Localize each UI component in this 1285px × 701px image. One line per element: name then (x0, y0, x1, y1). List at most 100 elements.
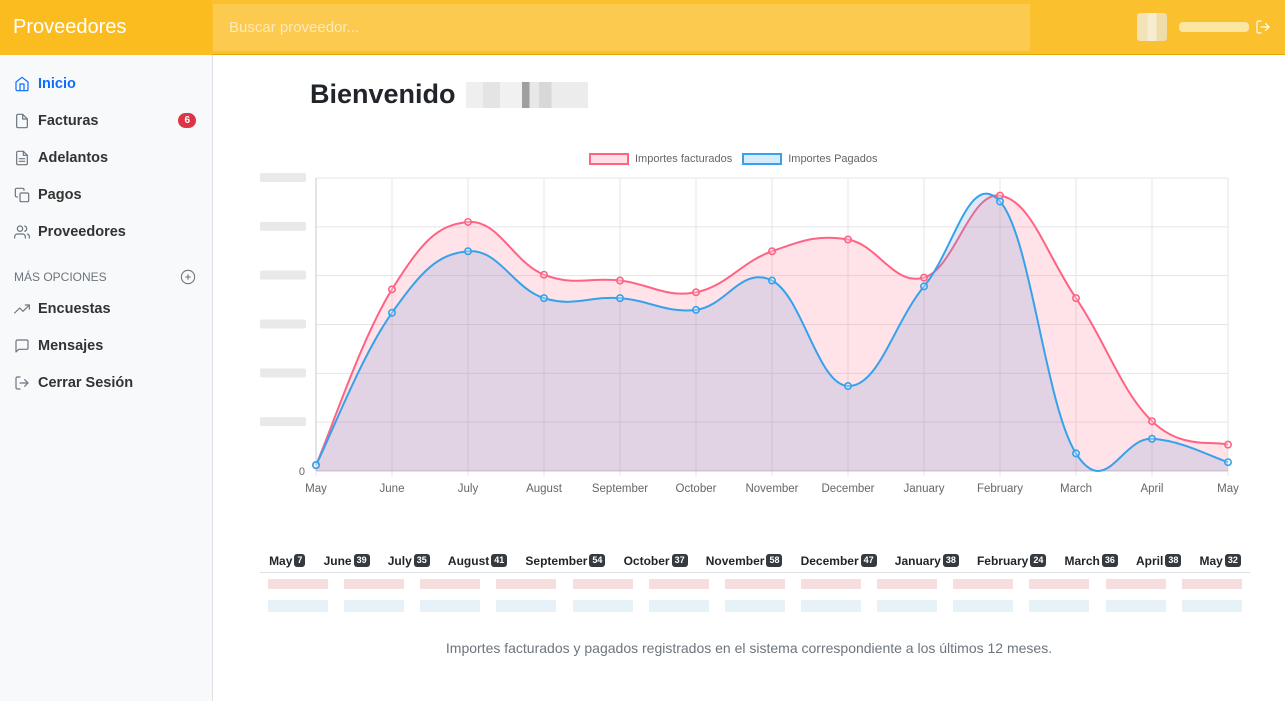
redacted-amount (1181, 579, 1242, 589)
line-chart-svg: 0May June July August September October Novemb… (260, 173, 1239, 495)
summary-month-cell: September 54 (525, 554, 606, 568)
redacted-amount (1181, 600, 1242, 612)
more-options-heading: Más opciones (0, 266, 212, 288)
x-tick-label: June (380, 483, 405, 495)
summary-month-label: July (387, 553, 412, 568)
section-title: Más opciones (14, 270, 107, 284)
series-facturados-point (919, 273, 928, 282)
series-pagados-point (464, 247, 473, 256)
redacted-amount (496, 600, 557, 612)
plus-circle-icon[interactable] (180, 269, 196, 285)
x-tick-label: July (458, 483, 479, 495)
summary-month-label: December (800, 553, 859, 568)
redacted-amount (1029, 600, 1090, 612)
series-facturados-point (388, 285, 397, 294)
series-pagados-point (767, 276, 776, 285)
redacted-amount (344, 600, 405, 612)
summary-month-label: August (447, 553, 490, 568)
x-tick-label: October (676, 483, 717, 495)
summary-month-label: March (1064, 553, 1100, 568)
x-tick-label: January (904, 483, 945, 495)
summary-month-count-badge: 24 (1030, 554, 1047, 567)
series-facturados-point (1071, 294, 1080, 303)
user-name-redacted (465, 81, 588, 108)
series-pagados-point (1071, 449, 1080, 458)
y-tick-label-redacted (260, 319, 306, 329)
message-icon (14, 338, 38, 354)
chart-caption: Importes facturados y pagados registrado… (445, 640, 1053, 656)
sidebar-item-proveedores[interactable]: Proveedores (0, 213, 212, 250)
summary-month-label: June (323, 553, 352, 568)
summary-month-label: November (705, 553, 765, 568)
sidebar-item-adelantos[interactable]: Adelantos (0, 139, 212, 176)
sidebar-item-label: Pagos (38, 186, 82, 203)
summary-month-label: May (269, 553, 293, 568)
home-icon (14, 76, 38, 92)
series-pagados-point (388, 308, 397, 317)
x-tick-label: May (305, 483, 327, 495)
redacted-amount (953, 600, 1014, 612)
series-pagados-point (691, 305, 700, 314)
welcome-text: Bienvenido (310, 79, 456, 109)
series-pagados-point (539, 294, 548, 303)
summary-month-cell: May 32 (1199, 553, 1241, 568)
summary-month-label: October (623, 553, 670, 568)
summary-month-label: February (976, 553, 1029, 568)
redacted-amount (1105, 600, 1166, 612)
summary-month-count-badge: 47 (860, 554, 877, 567)
summary-month-cell: January 38 (895, 554, 959, 568)
summary-month-label: May (1199, 553, 1223, 568)
sidebar-item-label: Inicio (38, 75, 76, 92)
sidebar-item-label: Encuestas (38, 300, 111, 317)
user-menu[interactable] (1137, 12, 1271, 42)
logout-icon (14, 375, 38, 391)
sidebar-item-facturas[interactable]: Facturas 6 (0, 102, 212, 139)
summary-month-cell: May 7 (269, 553, 306, 568)
summary-month-cell: February 24 (976, 553, 1047, 568)
monthly-summary-table: May 7 June 39 July 35 August 41 September 54 Octob… (260, 549, 1250, 617)
summary-month-count-badge: 7 (294, 554, 306, 567)
summary-month-count-badge: 35 (413, 554, 430, 567)
username-redacted (1179, 22, 1249, 32)
page-title: Bienvenido (310, 79, 588, 110)
x-tick-label: December (821, 483, 874, 495)
sidebar-item-cerrar-sesion[interactable]: Cerrar Sesión (0, 364, 212, 401)
y-tick-label-redacted (260, 270, 306, 280)
avatar[interactable] (1137, 13, 1167, 41)
logout-icon[interactable] (1255, 19, 1271, 35)
copy-icon (14, 187, 38, 203)
summary-row-pagados-redacted (260, 595, 1250, 617)
summary-month-cell: June 39 (324, 554, 370, 568)
sidebar-item-encuestas[interactable]: Encuestas (0, 290, 212, 327)
sidebar-item-pagos[interactable]: Pagos (0, 176, 212, 213)
redacted-amount (420, 600, 481, 612)
sidebar-item-mensajes[interactable]: Mensajes (0, 327, 212, 364)
main-content: Bienvenido Importes facturados Importes … (213, 55, 1285, 701)
series-facturados-point (615, 276, 624, 285)
summary-month-cell: July 35 (388, 554, 430, 568)
sidebar-item-label: Proveedores (38, 223, 126, 240)
summary-header-row: May 7 June 39 July 35 August 41 September 54 Octob… (260, 549, 1250, 573)
series-facturados-point (843, 235, 852, 244)
sidebar-item-label: Adelantos (38, 149, 109, 166)
x-tick-label: September (592, 483, 648, 495)
sidebar-item-label: Cerrar Sesión (38, 374, 134, 391)
search-input[interactable] (213, 4, 1030, 51)
sidebar-item-inicio[interactable]: Inicio (0, 65, 212, 102)
series-pagados-point (615, 294, 624, 303)
sidebar: Inicio Facturas 6 Adelantos Pagos Provee… (0, 55, 213, 701)
series-pagados-point (995, 197, 1004, 206)
invoices-chart: Importes facturados Importes Pagados 0 Ma… (213, 145, 1285, 505)
y-tick-label-redacted (260, 417, 306, 427)
summary-month-cell: April 38 (1136, 554, 1182, 568)
x-tick-label: August (526, 483, 563, 495)
summary-month-count-badge: 37 (671, 554, 688, 567)
redacted-amount (420, 579, 481, 589)
summary-month-label: January (894, 553, 941, 568)
redacted-amount (268, 600, 329, 612)
redacted-amount (1105, 579, 1166, 589)
redacted-amount (572, 579, 633, 589)
series-facturados-point (1223, 440, 1232, 449)
summary-month-count-badge: 38 (1165, 554, 1182, 567)
brand-title[interactable]: Proveedores (0, 0, 212, 55)
